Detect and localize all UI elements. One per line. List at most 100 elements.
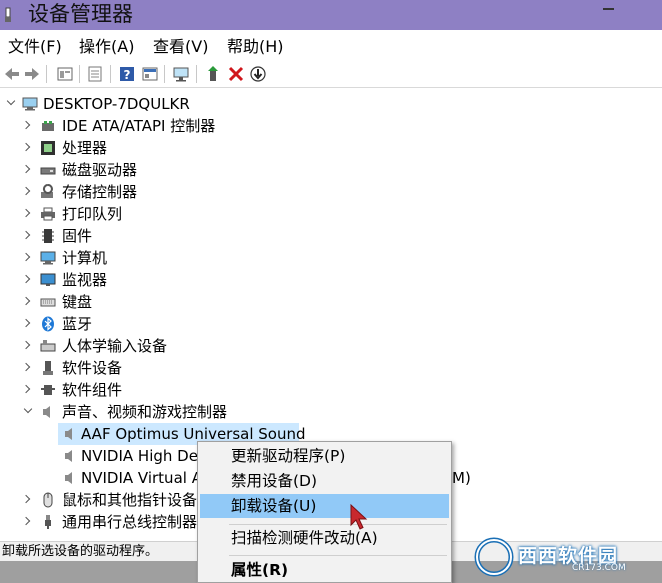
uninstall-icon[interactable]: [227, 65, 245, 83]
chevron-right-icon[interactable]: [21, 296, 31, 306]
storage-controller-icon: [41, 184, 53, 198]
context-menu: 更新驱动程序(P) 禁用设备(D) 卸载设备(U) 扫描检测硬件改动(A) 属性…: [197, 441, 452, 583]
minimize-button[interactable]: [603, 8, 614, 10]
tree-item-label: 计算机: [62, 249, 108, 267]
menu-file[interactable]: 文件(F): [8, 37, 62, 57]
chevron-right-icon[interactable]: [21, 186, 31, 196]
speaker-icon: [65, 428, 72, 440]
disk-drive-icon: [40, 167, 56, 175]
chevron-down-icon[interactable]: [6, 96, 16, 106]
hid-icon: [40, 340, 56, 352]
chevron-down-icon[interactable]: [23, 404, 33, 414]
disable-icon[interactable]: [249, 65, 267, 83]
tree-root-label: DESKTOP-7DQULKR: [43, 95, 190, 113]
chevron-right-icon[interactable]: [21, 494, 31, 504]
monitor-icon: [40, 273, 56, 286]
tree-item-print-queue[interactable]: 打印队列: [0, 203, 662, 225]
tree-item-storage[interactable]: 存储控制器: [0, 181, 662, 203]
update-driver-icon[interactable]: [205, 65, 223, 83]
tree-device-label: NVIDIA High De: [81, 447, 198, 465]
tree-device-label-tail: M): [452, 469, 471, 487]
processor-icon: [41, 141, 55, 155]
tree-device-label: NVIDIA Virtual A: [81, 469, 202, 487]
bluetooth-icon: [42, 316, 54, 332]
menu-item-uninstall-device[interactable]: 卸载设备(U): [200, 494, 449, 518]
speaker-icon: [65, 450, 72, 462]
menu-view[interactable]: 查看(V): [153, 37, 208, 57]
tree-item-label: 固件: [62, 227, 93, 245]
menu-item-update-driver[interactable]: 更新驱动程序(P): [200, 444, 449, 468]
view-icon[interactable]: [141, 65, 159, 83]
chevron-right-icon[interactable]: [21, 164, 31, 174]
mouse-cursor-icon: [350, 503, 368, 530]
chevron-right-icon[interactable]: [21, 362, 31, 372]
tree-item-computer[interactable]: 计算机: [0, 247, 662, 269]
chevron-right-icon[interactable]: [21, 340, 31, 350]
forward-icon[interactable]: [23, 65, 41, 83]
printer-icon: [41, 207, 55, 221]
computer-icon: [22, 97, 38, 111]
tree-item-monitor[interactable]: 监视器: [0, 269, 662, 291]
tree-item-firmware[interactable]: 固件: [0, 225, 662, 247]
tree-item-hid[interactable]: 人体学输入设备: [0, 335, 662, 357]
chevron-right-icon[interactable]: [21, 384, 31, 394]
chevron-right-icon[interactable]: [21, 230, 31, 240]
tree-item-software-component[interactable]: 软件组件: [0, 379, 662, 401]
properties-icon[interactable]: [56, 65, 74, 83]
menu-item-disable-device[interactable]: 禁用设备(D): [200, 469, 449, 493]
back-icon[interactable]: [3, 65, 21, 83]
tree-item-label: 人体学输入设备: [62, 337, 168, 355]
chevron-right-icon[interactable]: [21, 142, 31, 152]
tree-item-keyboard[interactable]: 键盘: [0, 291, 662, 313]
chevron-right-icon[interactable]: [21, 120, 31, 130]
chevron-right-icon[interactable]: [21, 208, 31, 218]
software-device-icon: [43, 361, 53, 375]
tree-item-label: 键盘: [62, 293, 93, 311]
toolbar-separator: [46, 65, 47, 83]
help-icon[interactable]: ?: [118, 65, 136, 83]
mouse-icon: [43, 492, 53, 508]
device-manager-icon: [5, 7, 11, 22]
menu-separator: [229, 555, 447, 556]
tree-item-label: 软件设备: [62, 359, 123, 377]
title-bar: 设备管理器: [0, 0, 662, 30]
speaker-icon: [65, 472, 72, 484]
scan-hardware-icon[interactable]: [172, 65, 190, 83]
watermark: 西西软件园 CR173.COM: [468, 536, 662, 578]
software-component-icon: [41, 385, 55, 395]
speaker-icon: [43, 406, 50, 418]
tree-item-sound[interactable]: 声音、视频和游戏控制器: [0, 401, 662, 423]
tree-item-software-device[interactable]: 软件设备: [0, 357, 662, 379]
chevron-right-icon[interactable]: [21, 516, 31, 526]
tree-item-label: 声音、视频和游戏控制器: [62, 403, 228, 421]
tree-item-label: 处理器: [62, 139, 108, 157]
toolbar-separator: [79, 65, 80, 83]
toolbar-separator: [110, 65, 111, 83]
watermark-subtext: CR173.COM: [572, 563, 626, 573]
toolbar-separator: [196, 65, 197, 83]
menu-item-scan-hardware[interactable]: 扫描检测硬件改动(A): [200, 526, 449, 550]
chevron-right-icon[interactable]: [21, 318, 31, 328]
tree-item-label: 打印队列: [62, 205, 123, 223]
svg-text:?: ?: [124, 68, 131, 82]
tree-item-disk[interactable]: 磁盘驱动器: [0, 159, 662, 181]
chevron-right-icon[interactable]: [21, 252, 31, 262]
tree-item-label: 通用串行总线控制器: [62, 513, 198, 531]
tree-item-processor[interactable]: 处理器: [0, 137, 662, 159]
tree-item-bluetooth[interactable]: 蓝牙: [0, 313, 662, 335]
menu-action[interactable]: 操作(A): [79, 37, 134, 57]
toolbar: ?: [0, 61, 662, 88]
menu-item-properties[interactable]: 属性(R): [200, 558, 449, 582]
toolbar-separator: [164, 65, 165, 83]
chevron-right-icon[interactable]: [21, 274, 31, 284]
tree-root[interactable]: DESKTOP-7DQULKR: [0, 93, 662, 115]
ide-controller-icon: [42, 121, 54, 131]
menu-help[interactable]: 帮助(H): [227, 37, 284, 57]
tree-item-label: 鼠标和其他指针设备: [62, 491, 198, 509]
tree-item-label: 蓝牙: [62, 315, 93, 333]
tree-item-ide[interactable]: IDE ATA/ATAPI 控制器: [0, 115, 662, 137]
tree-item-label: 监视器: [62, 271, 108, 289]
computer-icon: [40, 251, 56, 265]
tree-item-label: 磁盘驱动器: [62, 161, 138, 179]
driver-icon[interactable]: [86, 65, 104, 83]
